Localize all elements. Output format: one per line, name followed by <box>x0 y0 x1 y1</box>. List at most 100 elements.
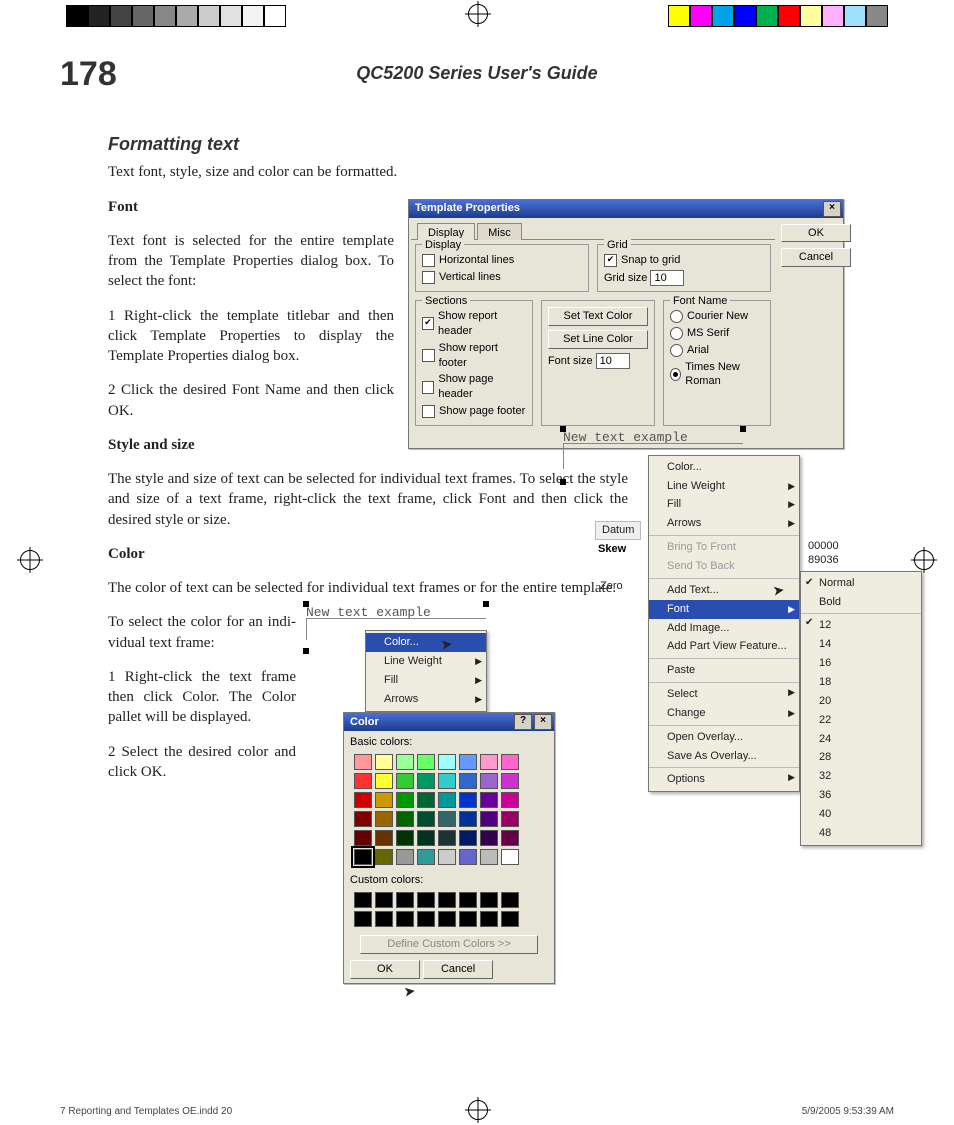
context-menu-small: Color... Line Weight▶ Fill▶ Arrows▶ <box>365 630 487 711</box>
color-swatch[interactable] <box>396 792 414 808</box>
color-ok-button[interactable]: OK <box>350 960 420 979</box>
color-paragraph-1: The color of text can be selected for in… <box>108 578 628 598</box>
color-swatch[interactable] <box>417 849 435 865</box>
color-swatch[interactable] <box>375 792 393 808</box>
color-swatch[interactable] <box>417 773 435 789</box>
help-icon[interactable]: ? <box>514 714 532 730</box>
menu-fill-small[interactable]: Fill▶ <box>366 671 486 690</box>
color-swatch[interactable] <box>501 830 519 846</box>
grid-size-input[interactable]: 10 <box>650 270 684 286</box>
color-swatch[interactable] <box>459 754 477 770</box>
color-swatch[interactable] <box>396 811 414 827</box>
menu-color-small[interactable]: Color... <box>366 633 486 652</box>
color-swatch[interactable] <box>438 792 456 808</box>
color-swatch[interactable] <box>480 754 498 770</box>
color-swatch[interactable] <box>480 811 498 827</box>
vertical-lines-checkbox[interactable]: Vertical lines <box>422 270 582 285</box>
color-swatch[interactable] <box>459 849 477 865</box>
close-icon[interactable]: × <box>823 201 841 217</box>
color-swatch[interactable] <box>417 792 435 808</box>
color-swatch[interactable] <box>501 849 519 865</box>
font-size-36[interactable]: 36 <box>801 786 921 805</box>
color-swatch[interactable] <box>438 773 456 789</box>
color-swatch[interactable] <box>480 849 498 865</box>
color-swatch[interactable] <box>354 849 372 865</box>
menu-lineweight[interactable]: Line Weight▶ <box>649 477 799 496</box>
color-swatch[interactable] <box>396 830 414 846</box>
color-swatch[interactable] <box>375 773 393 789</box>
grid-group-label: Grid <box>604 238 631 253</box>
font-bold[interactable]: Bold <box>801 593 921 612</box>
font-arial-radio[interactable]: Arial <box>670 343 764 358</box>
color-swatch[interactable] <box>375 830 393 846</box>
font-courier-radio[interactable]: Courier New <box>670 309 764 324</box>
color-swatch[interactable] <box>438 849 456 865</box>
define-custom-colors-button[interactable]: Define Custom Colors >> <box>360 935 538 954</box>
cursor-icon: ➤ <box>772 582 786 602</box>
color-heading: Color <box>108 544 628 564</box>
color-swatch[interactable] <box>459 811 477 827</box>
color-swatch[interactable] <box>480 792 498 808</box>
cancel-button[interactable]: Cancel <box>781 248 851 267</box>
gray-calibration-strip <box>66 5 286 27</box>
snap-to-grid-checkbox[interactable]: ✔Snap to grid <box>604 253 764 268</box>
color-swatch[interactable] <box>480 773 498 789</box>
show-page-header-checkbox[interactable]: Show page header <box>422 372 526 402</box>
basic-colors-label: Basic colors: <box>350 735 548 750</box>
menu-color[interactable]: Color... <box>649 458 799 477</box>
show-report-header-checkbox[interactable]: ✔Show report header <box>422 309 526 339</box>
color-swatch[interactable] <box>459 792 477 808</box>
color-swatch[interactable] <box>375 754 393 770</box>
template-properties-titlebar[interactable]: Template Properties × <box>409 200 843 218</box>
color-swatch[interactable] <box>354 792 372 808</box>
color-dialog-titlebar[interactable]: Color ? × <box>344 713 554 731</box>
color-swatch[interactable] <box>396 773 414 789</box>
color-swatch[interactable] <box>438 830 456 846</box>
menu-arrows-small[interactable]: Arrows▶ <box>366 690 486 709</box>
show-page-footer-checkbox[interactable]: Show page footer <box>422 404 526 419</box>
custom-colors-grid[interactable] <box>354 892 548 927</box>
color-swatch[interactable] <box>501 773 519 789</box>
color-dialog: Color ? × Basic colors: Custom colors: <box>343 712 555 983</box>
ok-button[interactable]: OK <box>781 224 851 243</box>
font-normal[interactable]: ✔Normal <box>801 574 921 593</box>
close-icon[interactable]: × <box>534 714 552 730</box>
horizontal-lines-checkbox[interactable]: Horizontal lines <box>422 253 582 268</box>
color-swatch[interactable] <box>501 811 519 827</box>
color-swatch[interactable] <box>417 830 435 846</box>
color-swatch[interactable] <box>501 792 519 808</box>
font-size-input[interactable]: 10 <box>596 353 630 369</box>
color-cancel-button[interactable]: Cancel <box>423 960 493 979</box>
menu-fill[interactable]: Fill▶ <box>649 495 799 514</box>
color-swatch[interactable] <box>438 754 456 770</box>
color-swatch[interactable] <box>354 811 372 827</box>
color-swatch[interactable] <box>375 811 393 827</box>
color-swatch[interactable] <box>501 754 519 770</box>
font-size-40[interactable]: 40 <box>801 805 921 824</box>
custom-colors-label: Custom colors: <box>350 873 548 888</box>
font-msserif-radio[interactable]: MS Serif <box>670 326 764 341</box>
color-swatch[interactable] <box>417 754 435 770</box>
basic-colors-grid[interactable] <box>354 754 548 865</box>
font-times-radio[interactable]: Times New Roman <box>670 360 764 390</box>
color-swatch[interactable] <box>354 754 372 770</box>
font-size-label: Font size <box>548 355 593 367</box>
font-size-48[interactable]: 48 <box>801 824 921 843</box>
color-swatch[interactable] <box>375 849 393 865</box>
color-swatch[interactable] <box>354 773 372 789</box>
set-text-color-button[interactable]: Set Text Color <box>548 307 648 326</box>
color-swatch[interactable] <box>480 830 498 846</box>
color-swatch[interactable] <box>354 830 372 846</box>
show-report-footer-checkbox[interactable]: Show report footer <box>422 341 526 371</box>
template-properties-title: Template Properties <box>415 201 520 216</box>
color-swatch[interactable] <box>438 811 456 827</box>
color-swatch[interactable] <box>396 754 414 770</box>
set-line-color-button[interactable]: Set Line Color <box>548 330 648 349</box>
menu-arrows[interactable]: Arrows▶ <box>649 514 799 533</box>
tab-misc[interactable]: Misc <box>477 223 522 241</box>
color-swatch[interactable] <box>459 830 477 846</box>
color-swatch[interactable] <box>417 811 435 827</box>
menu-lineweight-small[interactable]: Line Weight▶ <box>366 652 486 671</box>
color-swatch[interactable] <box>396 849 414 865</box>
color-swatch[interactable] <box>459 773 477 789</box>
